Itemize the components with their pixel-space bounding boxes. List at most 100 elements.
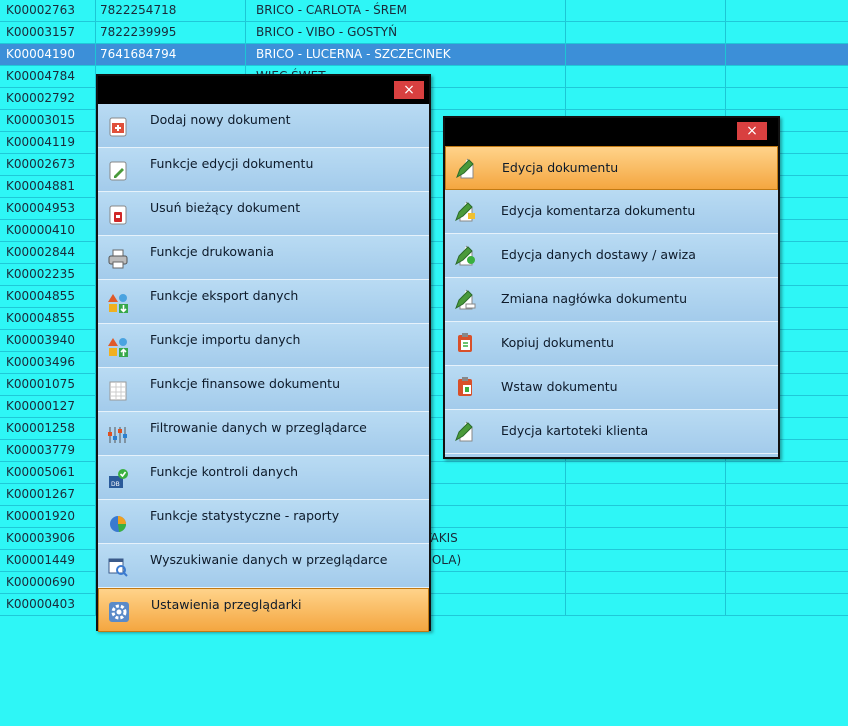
edit-document-icon <box>107 160 129 182</box>
svg-text:DB: DB <box>111 481 120 488</box>
menu-item-label: Funkcje edycji dokumentu <box>150 156 314 171</box>
empty-cell <box>566 506 726 527</box>
printer-icon <box>107 248 129 270</box>
customer-code-cell: K00000403 <box>0 594 96 615</box>
empty-cell <box>566 550 726 571</box>
data-check-icon: DB <box>107 468 129 490</box>
menu-item[interactable]: Funkcje finansowe dokumentu <box>98 368 429 412</box>
pen-comment-icon <box>454 200 476 222</box>
menu-item-label: Funkcje drukowania <box>150 244 274 259</box>
menu-item[interactable]: Ustawienia przeglądarki <box>98 588 429 632</box>
empty-cell <box>726 550 848 571</box>
empty-cell <box>726 0 848 21</box>
close-icon[interactable]: × <box>737 122 767 140</box>
empty-cell <box>566 462 726 483</box>
customer-code-cell: K00002844 <box>0 242 96 263</box>
customer-name-cell: BRICO - VIBO - GOSTYŃ <box>246 22 566 43</box>
empty-cell <box>566 22 726 43</box>
menu-item-label: Funkcje eksport danych <box>150 288 299 303</box>
pen-header-icon <box>454 288 476 310</box>
nip-cell: 7822239995 <box>96 22 246 43</box>
customer-code-cell: K00002673 <box>0 154 96 175</box>
table-row[interactable]: K00003157 7822239995 BRICO - VIBO - GOSTYŃ <box>0 22 848 44</box>
empty-cell <box>726 484 848 505</box>
menu-item-label: Ustawienia przeglądarki <box>151 597 302 612</box>
pen-document-icon <box>455 157 477 179</box>
customer-code-cell: K00001267 <box>0 484 96 505</box>
empty-cell <box>726 44 848 65</box>
add-document-icon <box>107 116 129 138</box>
empty-cell <box>726 572 848 593</box>
customer-code-cell: K00000410 <box>0 220 96 241</box>
empty-cell <box>726 66 848 87</box>
submenu-item[interactable]: Edycja komentarza dokumentu <box>445 190 778 234</box>
menu-item-label: Filtrowanie danych w przeglądarce <box>150 420 367 435</box>
customer-code-cell: K00002763 <box>0 0 96 21</box>
pen-client-icon <box>454 420 476 442</box>
customer-name-cell: BRICO - CARLOTA - ŚREM <box>246 0 566 21</box>
customer-code-cell: K00004784 <box>0 66 96 87</box>
customer-code-cell: K00005061 <box>0 462 96 483</box>
menu-titlebar: × <box>98 76 429 104</box>
submenu-item-label: Kopiuj dokumentu <box>501 335 614 350</box>
nip-cell: 7641684794 <box>96 44 246 65</box>
empty-cell <box>726 594 848 615</box>
menu-item[interactable]: Funkcje eksport danych <box>98 280 429 324</box>
menu-item-label: Funkcje importu danych <box>150 332 301 347</box>
empty-cell <box>726 528 848 549</box>
customer-code-cell: K00001258 <box>0 418 96 439</box>
pie-chart-icon <box>107 512 129 534</box>
filter-icon <box>107 424 129 446</box>
submenu-item[interactable]: Edycja danych dostawy / awiza <box>445 234 778 278</box>
menu-item[interactable]: Filtrowanie danych w przeglądarce <box>98 412 429 456</box>
empty-cell <box>726 506 848 527</box>
customer-code-cell: K00003906 <box>0 528 96 549</box>
menu-item[interactable]: Dodaj nowy dokument <box>98 104 429 148</box>
menu-item[interactable]: Usuń bieżący dokument <box>98 192 429 236</box>
customer-code-cell: K00001920 <box>0 506 96 527</box>
customer-code-cell: K00001449 <box>0 550 96 571</box>
menu-item[interactable]: Funkcje importu danych <box>98 324 429 368</box>
empty-cell <box>726 88 848 109</box>
menu-items: Dodaj nowy dokument Funkcje edycji dokume… <box>98 104 429 632</box>
context-submenu-edit: × Edycja dokumentu Edycja komentarza doku… <box>443 116 780 459</box>
customer-code-cell: K00001075 <box>0 374 96 395</box>
empty-cell <box>726 22 848 43</box>
submenu-item[interactable]: Edycja kartoteki klienta <box>445 410 778 454</box>
submenu-item-label: Zmiana nagłówka dokumentu <box>501 291 687 306</box>
submenu-items: Edycja dokumentu Edycja komentarza dokume… <box>445 146 778 454</box>
menu-item-label: Dodaj nowy dokument <box>150 112 291 127</box>
empty-cell <box>566 66 726 87</box>
menu-item[interactable]: Funkcje statystyczne - raporty <box>98 500 429 544</box>
settings-gear-icon <box>108 601 130 623</box>
submenu-item[interactable]: Wstaw dokumentu <box>445 366 778 410</box>
customer-code-cell: K00000690 <box>0 572 96 593</box>
submenu-item[interactable]: Kopiuj dokumentu <box>445 322 778 366</box>
submenu-item-label: Wstaw dokumentu <box>501 379 618 394</box>
submenu-item[interactable]: Edycja dokumentu <box>445 146 778 190</box>
table-row[interactable]: K00004190 7641684794 BRICO - LUCERNA - SZC… <box>0 44 848 66</box>
customer-code-cell: K00004855 <box>0 308 96 329</box>
customer-code-cell: K00003496 <box>0 352 96 373</box>
menu-item[interactable]: Funkcje edycji dokumentu <box>98 148 429 192</box>
menu-item[interactable]: Wyszukiwanie danych w przeglądarce <box>98 544 429 588</box>
finance-sheet-icon <box>107 380 129 402</box>
customer-code-cell: K00000127 <box>0 396 96 417</box>
table-row[interactable]: K00002763 7822254718 BRICO - CARLOTA - ŚRE… <box>0 0 848 22</box>
menu-item[interactable]: Funkcje drukowania <box>98 236 429 280</box>
close-icon[interactable]: × <box>394 81 424 99</box>
empty-cell <box>566 44 726 65</box>
copy-clipboard-icon <box>454 332 476 354</box>
menu-item[interactable]: DB Funkcje kontroli danych <box>98 456 429 500</box>
empty-cell <box>726 462 848 483</box>
delete-document-icon <box>107 204 129 226</box>
submenu-item-label: Edycja dokumentu <box>502 160 619 175</box>
empty-cell <box>566 88 726 109</box>
import-data-icon <box>107 336 129 358</box>
nip-cell: 7822254718 <box>96 0 246 21</box>
empty-cell <box>566 594 726 615</box>
customer-code-cell: K00003015 <box>0 110 96 131</box>
export-data-icon <box>107 292 129 314</box>
menu-item-label: Wyszukiwanie danych w przeglądarce <box>150 552 388 567</box>
submenu-item[interactable]: Zmiana nagłówka dokumentu <box>445 278 778 322</box>
